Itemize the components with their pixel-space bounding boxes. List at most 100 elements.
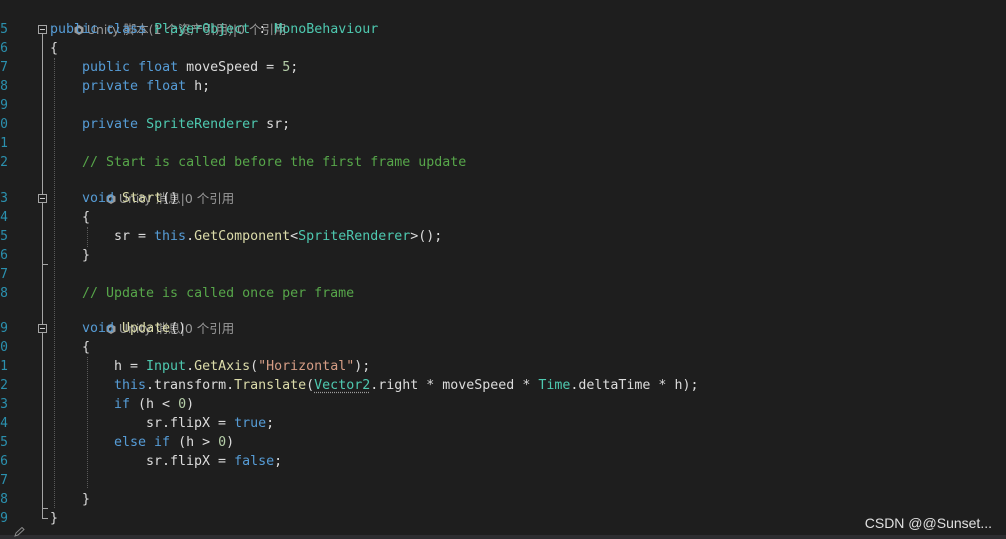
number-literal: 0 — [178, 397, 187, 412]
code-area[interactable]: Unity 脚本(1 个资产引用)|0 个引用 public class Pla… — [50, 0, 1006, 539]
punctuation: >(); — [410, 229, 443, 244]
punctuation: : — [258, 22, 267, 37]
type-name: SpriteRenderer — [298, 229, 411, 244]
brace: } — [50, 511, 59, 526]
punctuation: () — [162, 191, 179, 206]
identifier: h; — [194, 79, 211, 94]
line-number: 2 — [0, 155, 8, 170]
code-line: { — [82, 338, 90, 357]
keyword: float — [138, 60, 179, 75]
comment: // Update is called once per frame — [82, 286, 355, 301]
keyword: true — [234, 416, 267, 431]
watermark: CSDN @@Sunset... — [864, 515, 992, 531]
identifier: moveSpeed = — [186, 60, 283, 75]
keyword: void — [82, 191, 115, 206]
number-literal: 5 — [282, 60, 291, 75]
code-line: } — [82, 490, 90, 509]
method-name: Translate — [234, 378, 307, 393]
brace: { — [82, 210, 91, 225]
keyword: private — [82, 117, 139, 132]
type-name: Input — [146, 359, 187, 374]
codelens-start-references[interactable]: Unity 消息|0 个引用 — [82, 172, 234, 206]
keyword: public — [82, 60, 131, 75]
line-number: 0 — [0, 117, 8, 132]
punctuation: . — [186, 359, 195, 374]
brace: } — [82, 492, 91, 507]
expression: (h < — [130, 397, 179, 412]
line-number: 8 — [0, 492, 8, 507]
code-line: if (h < 0) — [114, 395, 194, 414]
line-number: 9 — [0, 98, 8, 113]
line-number: 7 — [0, 473, 8, 488]
method-name: GetComponent — [194, 229, 291, 244]
line-number: 8 — [0, 79, 8, 94]
code-line: void Update() — [82, 319, 186, 338]
method-name: Update — [122, 321, 171, 336]
punctuation: ); — [354, 359, 371, 374]
identifier: sr.flipX = — [146, 454, 235, 469]
line-number: 9 — [0, 321, 8, 336]
code-line: public class PlayerObject : MonoBehaviou… — [50, 20, 378, 39]
line-number: 8 — [0, 286, 8, 301]
keyword: private — [82, 79, 139, 94]
code-line: else if (h > 0) — [114, 433, 234, 452]
line-number: 3 — [0, 397, 8, 412]
code-line: // Start is called before the first fram… — [82, 153, 466, 172]
member-access: .transform. — [146, 378, 235, 393]
line-number: 2 — [0, 378, 8, 393]
method-name: GetAxis — [194, 359, 251, 374]
type-name: MonoBehaviour — [274, 22, 379, 37]
code-line: sr = this.GetComponent<SpriteRenderer>()… — [114, 227, 442, 246]
horizontal-scrollbar[interactable] — [0, 535, 1006, 539]
line-number: 7 — [0, 267, 8, 282]
comment: // Start is called before the first fram… — [82, 155, 467, 170]
line-number: 5 — [0, 22, 8, 37]
keyword: public — [50, 22, 99, 37]
keyword: float — [146, 79, 187, 94]
line-number: 1 — [0, 136, 8, 151]
punctuation: . — [186, 229, 195, 244]
type-name: Time — [538, 378, 571, 393]
expression: (h > — [170, 435, 219, 450]
fold-guide — [42, 34, 43, 518]
keyword: else — [114, 435, 147, 450]
line-number: 7 — [0, 60, 8, 75]
keyword: class — [106, 22, 147, 37]
line-number: 3 — [0, 191, 8, 206]
collapse-update-button[interactable] — [38, 324, 47, 333]
line-number-gutter: 5 6 7 8 9 0 1 2 3 4 5 6 7 8 9 0 1 2 3 4 … — [0, 0, 14, 539]
fold-end — [42, 508, 48, 509]
code-line: public float moveSpeed = 5; — [82, 58, 298, 77]
keyword: this — [114, 378, 147, 393]
code-line: sr.flipX = false; — [146, 452, 282, 471]
punctuation: ) — [186, 397, 195, 412]
line-number: 0 — [0, 340, 8, 355]
expression: .right * moveSpeed * — [370, 378, 539, 393]
brace: { — [82, 340, 91, 355]
codelens-update-references[interactable]: Unity 消息|0 个引用 — [82, 302, 234, 336]
code-line: sr.flipX = true; — [146, 414, 274, 433]
line-number: 6 — [0, 248, 8, 263]
code-line: private SpriteRenderer sr; — [82, 115, 290, 134]
keyword: this — [154, 229, 187, 244]
punctuation: < — [290, 229, 299, 244]
punctuation: ; — [266, 416, 275, 431]
code-line: // Update is called once per frame — [82, 284, 354, 303]
code-editor[interactable]: 5 6 7 8 9 0 1 2 3 4 5 6 7 8 9 0 1 2 3 4 … — [0, 0, 1006, 539]
collapse-class-button[interactable] — [38, 25, 47, 34]
code-line: private float h; — [82, 77, 210, 96]
collapse-start-button[interactable] — [38, 194, 47, 203]
pencil-icon — [14, 527, 25, 537]
type-name: Vector2 — [314, 378, 371, 393]
punctuation: ) — [226, 435, 235, 450]
code-line: { — [50, 39, 58, 58]
string-literal: "Horizontal" — [258, 359, 355, 374]
number-literal: 0 — [218, 435, 227, 450]
line-number: 4 — [0, 416, 8, 431]
punctuation: ( — [250, 359, 259, 374]
expression: .deltaTime * h); — [570, 378, 699, 393]
identifier: sr.flipX = — [146, 416, 235, 431]
codelens-class-references[interactable]: Unity 脚本(1 个资产引用)|0 个引用 — [50, 3, 286, 37]
keyword: void — [82, 321, 115, 336]
